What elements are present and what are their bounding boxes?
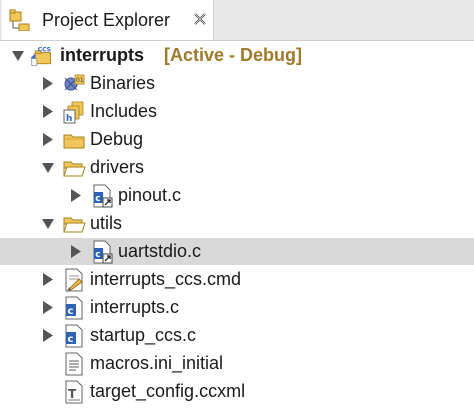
project-explorer-icon (9, 9, 30, 31)
tree-item-label: uartstdio.c (118, 241, 202, 261)
project-name: interrupts (60, 45, 145, 65)
tree-item-interrupts-ccs-cmd[interactable]: interrupts_ccs.cmd (0, 266, 474, 293)
tree-item-label: Binaries (90, 73, 156, 93)
ccs-badge: CCS (38, 47, 51, 54)
text-file-icon (65, 352, 83, 376)
svg-text:c: c (95, 194, 100, 204)
project-build-config: [Active - Debug] (164, 45, 303, 65)
tree-item-label: pinout.c (118, 185, 182, 205)
cmd-file-icon (65, 268, 83, 292)
tree-item-binaries[interactable]: 01 Binaries (0, 70, 474, 97)
expanded-arrow-icon[interactable] (12, 49, 24, 62)
tree-item-label: macros.ini_initial (90, 353, 224, 373)
tree-item-macros-ini-initial[interactable]: macros.ini_initial (0, 350, 474, 377)
tree-item-label: interrupts_ccs.cmd (90, 269, 242, 289)
tree-item-label: interrupts.c (90, 297, 180, 317)
binaries-icon: 01 (64, 74, 85, 91)
svg-text:h: h (66, 114, 72, 124)
tree-item-startup-ccs-c[interactable]: c startup_ccs.c (0, 322, 474, 349)
collapsed-arrow-icon[interactable] (42, 329, 54, 342)
tree-item-includes[interactable]: h Includes (0, 98, 474, 125)
includes-icon: h (63, 101, 84, 124)
tree-item-label: target_config.ccxml (90, 381, 246, 401)
tree-item-interrupts-c[interactable]: c interrupts.c (0, 294, 474, 321)
folder-open-icon (63, 217, 86, 233)
tree-item-label: Includes (90, 101, 158, 121)
svg-text:c: c (68, 334, 74, 345)
collapsed-arrow-icon[interactable] (42, 77, 54, 90)
view-title: Project Explorer (42, 10, 171, 30)
project-explorer-tab[interactable]: Project Explorer (2, 0, 214, 40)
tree-item-uartstdio-c[interactable]: c uartstdio.c (0, 238, 474, 265)
collapsed-arrow-icon[interactable] (70, 245, 82, 258)
expanded-arrow-icon[interactable] (42, 217, 54, 230)
project-explorer-view: Project Explorer CCS interrupts [Active … (0, 0, 474, 410)
collapsed-arrow-icon[interactable] (42, 301, 54, 314)
tree-item-pinout-c[interactable]: c pinout.c (0, 182, 474, 209)
c-source-icon: c (65, 296, 83, 320)
svg-text:c: c (95, 250, 100, 260)
ccs-project-icon: CCS (30, 47, 51, 66)
tree-item-target-config-ccxml[interactable]: T target_config.ccxml (0, 378, 474, 405)
c-source-icon: c (65, 324, 83, 348)
close-x-icon[interactable] (192, 11, 208, 27)
svg-text:c: c (68, 306, 74, 317)
folder-open-icon (63, 161, 86, 177)
tree-item-label: Debug (90, 129, 144, 149)
tree-item-project[interactable]: CCS interrupts [Active - Debug] (0, 42, 474, 69)
collapsed-arrow-icon[interactable] (70, 189, 82, 202)
view-tab-bar: Project Explorer (0, 0, 474, 41)
folder-icon (63, 134, 85, 149)
tree-item-label: startup_ccs.c (90, 325, 197, 345)
target-config-icon: T (65, 380, 83, 404)
collapsed-arrow-icon[interactable] (42, 133, 54, 146)
tree-item-label: utils (90, 213, 123, 233)
tree-item-utils[interactable]: utils (0, 210, 474, 237)
svg-text:T: T (68, 387, 77, 401)
expanded-arrow-icon[interactable] (42, 161, 54, 174)
svg-text:01: 01 (76, 77, 84, 84)
c-source-link-icon: c (93, 240, 113, 264)
collapsed-arrow-icon[interactable] (42, 105, 54, 118)
tree-item-debug[interactable]: Debug (0, 126, 474, 153)
c-source-link-icon: c (93, 184, 113, 208)
collapsed-arrow-icon[interactable] (42, 273, 54, 286)
tree-item-drivers[interactable]: drivers (0, 154, 474, 181)
tree-item-label: drivers (90, 157, 145, 177)
